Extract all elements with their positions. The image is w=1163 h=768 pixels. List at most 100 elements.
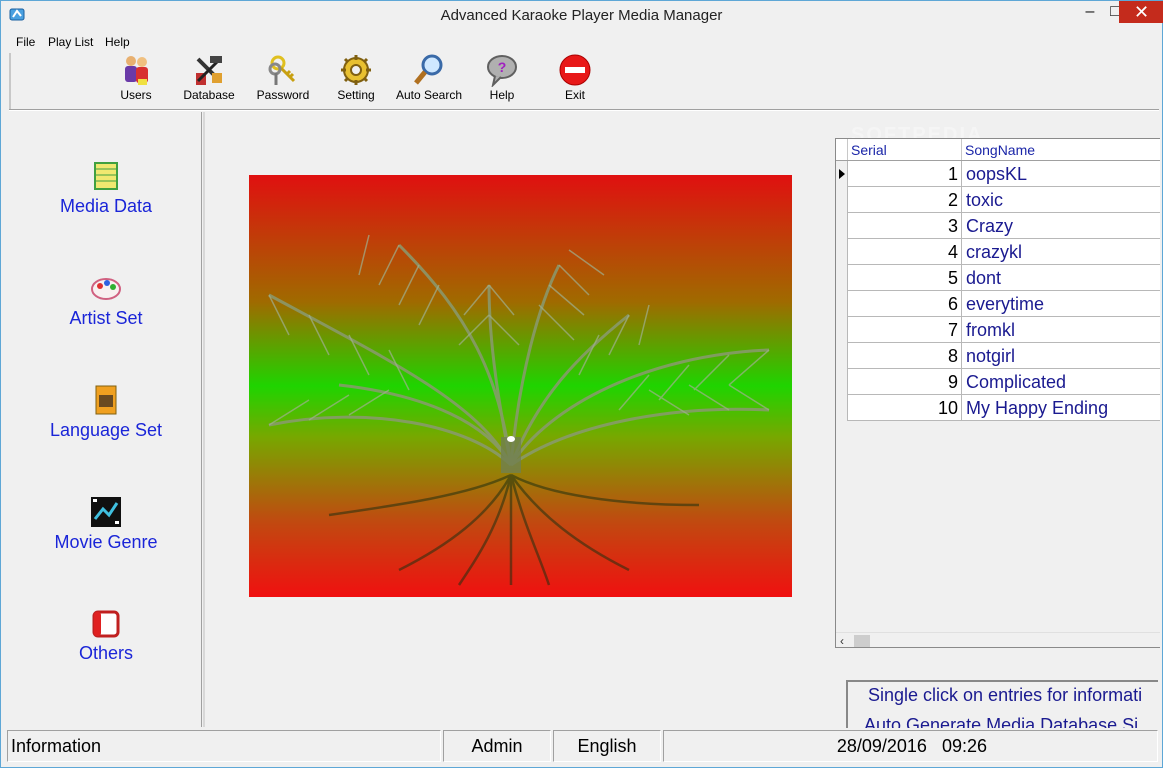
row-indicator — [836, 369, 848, 395]
cell-songname[interactable]: everytime — [966, 291, 1160, 317]
sidebar-divider — [201, 112, 205, 727]
movie-genre-label: Movie Genre — [54, 532, 158, 552]
setting-label: Setting — [337, 88, 375, 102]
setting-button[interactable]: Setting — [321, 53, 391, 105]
horizontal-scrollbar[interactable]: ‹ — [836, 632, 1160, 647]
users-icon — [125, 56, 148, 85]
status-date: 28/09/2016 — [836, 736, 927, 756]
row-indicator — [836, 187, 848, 213]
cell-serial[interactable]: 5 — [848, 265, 962, 291]
help-icon: ? — [487, 55, 517, 87]
close-button[interactable]: ✕ — [1119, 1, 1163, 23]
song-grid[interactable]: Serial SongName 1 oopsKL 2 toxic 3 Crazy 4 craz… — [835, 138, 1160, 648]
cell-songname[interactable]: Crazy — [966, 213, 1160, 239]
table-row[interactable]: 3 Crazy — [836, 213, 1160, 239]
row-indicator — [836, 395, 848, 421]
table-row[interactable]: 6 everytime — [836, 291, 1160, 317]
cell-serial[interactable]: 9 — [848, 369, 962, 395]
menu-play-list[interactable]: Play List — [48, 35, 93, 49]
column-serial[interactable]: Serial — [848, 139, 962, 160]
cell-serial[interactable]: 8 — [848, 343, 962, 369]
status-time: 09:26 — [941, 736, 987, 756]
status-language: English — [553, 730, 661, 762]
cell-serial[interactable]: 7 — [848, 317, 962, 343]
title-bar: Advanced Karaoke Player Media Manager – … — [1, 1, 1163, 31]
cell-songname[interactable]: notgirl — [966, 343, 1160, 369]
row-indicator — [836, 239, 848, 265]
exit-label: Exit — [564, 88, 585, 102]
toolbar: Users Database Password Setting Auto Sea… — [9, 53, 1159, 109]
table-row[interactable]: 1 oopsKL — [836, 161, 1160, 187]
status-information: Information — [7, 730, 441, 762]
help-label: Help — [489, 88, 515, 102]
cell-songname[interactable]: Complicated — [966, 369, 1160, 395]
cell-serial[interactable]: 6 — [848, 291, 962, 317]
sidebar-item-language-set[interactable]: Language Set — [9, 383, 203, 441]
cell-serial[interactable]: 2 — [848, 187, 962, 213]
grid-header: Serial SongName — [836, 139, 1160, 161]
others-label: Others — [78, 643, 134, 663]
row-indicator — [836, 291, 848, 317]
column-songname[interactable]: SongName — [962, 139, 1160, 160]
movie-genre-icon — [91, 497, 121, 527]
media-data-label: Media Data — [59, 196, 153, 216]
cell-songname[interactable]: oopsKL — [966, 161, 1160, 187]
table-row[interactable]: 9 Complicated — [836, 369, 1160, 395]
cell-songname[interactable]: My Happy Ending — [966, 395, 1160, 421]
table-row[interactable]: 8 notgirl — [836, 343, 1160, 369]
auto-search-label: Auto Search — [395, 88, 463, 102]
artist-set-label: Artist Set — [69, 308, 143, 328]
scrollbar-thumb[interactable] — [854, 635, 870, 647]
media-data-icon — [94, 162, 118, 190]
scroll-left-icon[interactable]: ‹ — [840, 634, 844, 647]
minimize-button[interactable]: – — [1076, 1, 1104, 23]
grid-header-indicator — [836, 139, 848, 160]
database-label: Database — [183, 88, 235, 102]
cell-songname[interactable]: toxic — [966, 187, 1160, 213]
auto-search-button[interactable]: Auto Search — [394, 53, 464, 105]
cell-serial[interactable]: 3 — [848, 213, 962, 239]
status-bar: Information Admin English 28/09/2016 09:… — [3, 728, 1160, 764]
exit-button[interactable]: Exit — [540, 53, 610, 105]
table-row[interactable]: 2 toxic — [836, 187, 1160, 213]
magnifier-icon — [414, 54, 443, 85]
password-label: Password — [256, 88, 310, 102]
table-row[interactable]: 10 My Happy Ending — [836, 395, 1160, 421]
sidebar-item-movie-genre[interactable]: Movie Genre — [9, 495, 203, 553]
window-title: Advanced Karaoke Player Media Manager — [440, 7, 723, 24]
cell-songname[interactable]: dont — [966, 265, 1160, 291]
cell-songname[interactable]: crazykl — [966, 239, 1160, 265]
media-preview — [249, 175, 792, 597]
row-indicator — [836, 317, 848, 343]
users-button[interactable]: Users — [101, 53, 171, 105]
status-user: Admin — [443, 730, 551, 762]
table-row[interactable]: 5 dont — [836, 265, 1160, 291]
menu-file[interactable]: File — [16, 35, 35, 49]
toolbar-divider — [9, 109, 1159, 111]
cell-serial[interactable]: 4 — [848, 239, 962, 265]
current-row-arrow-icon — [839, 169, 845, 179]
cell-serial[interactable]: 1 — [848, 161, 962, 187]
cell-serial[interactable]: 10 — [848, 395, 962, 421]
language-set-label: Language Set — [49, 420, 163, 440]
grid-body: Serial SongName 1 oopsKL 2 toxic 3 Crazy 4 craz… — [836, 139, 1160, 632]
sidebar-item-others[interactable]: Others — [9, 606, 203, 664]
status-datetime: 28/09/2016 09:26 — [663, 730, 1158, 762]
exit-icon — [559, 54, 591, 86]
svg-text:?: ? — [498, 59, 507, 75]
menu-help[interactable]: Help — [105, 35, 130, 49]
database-button[interactable]: Database — [174, 53, 244, 105]
password-button[interactable]: Password — [248, 53, 318, 105]
sidebar-item-artist-set[interactable]: Artist Set — [9, 271, 203, 329]
sidebar: Media Data Artist Set Language Set Movie… — [9, 114, 199, 727]
users-label: Users — [120, 88, 152, 102]
table-row[interactable]: 4 crazykl — [836, 239, 1160, 265]
info-line-1: Single click on entries for informati — [868, 685, 1143, 705]
cell-songname[interactable]: fromkl — [966, 317, 1160, 343]
sidebar-item-media-data[interactable]: Media Data — [9, 159, 203, 217]
keys-icon — [268, 55, 296, 85]
table-row[interactable]: 7 fromkl — [836, 317, 1160, 343]
help-button[interactable]: ? Help — [467, 53, 537, 105]
database-tools-icon — [196, 56, 222, 85]
row-indicator — [836, 265, 848, 291]
